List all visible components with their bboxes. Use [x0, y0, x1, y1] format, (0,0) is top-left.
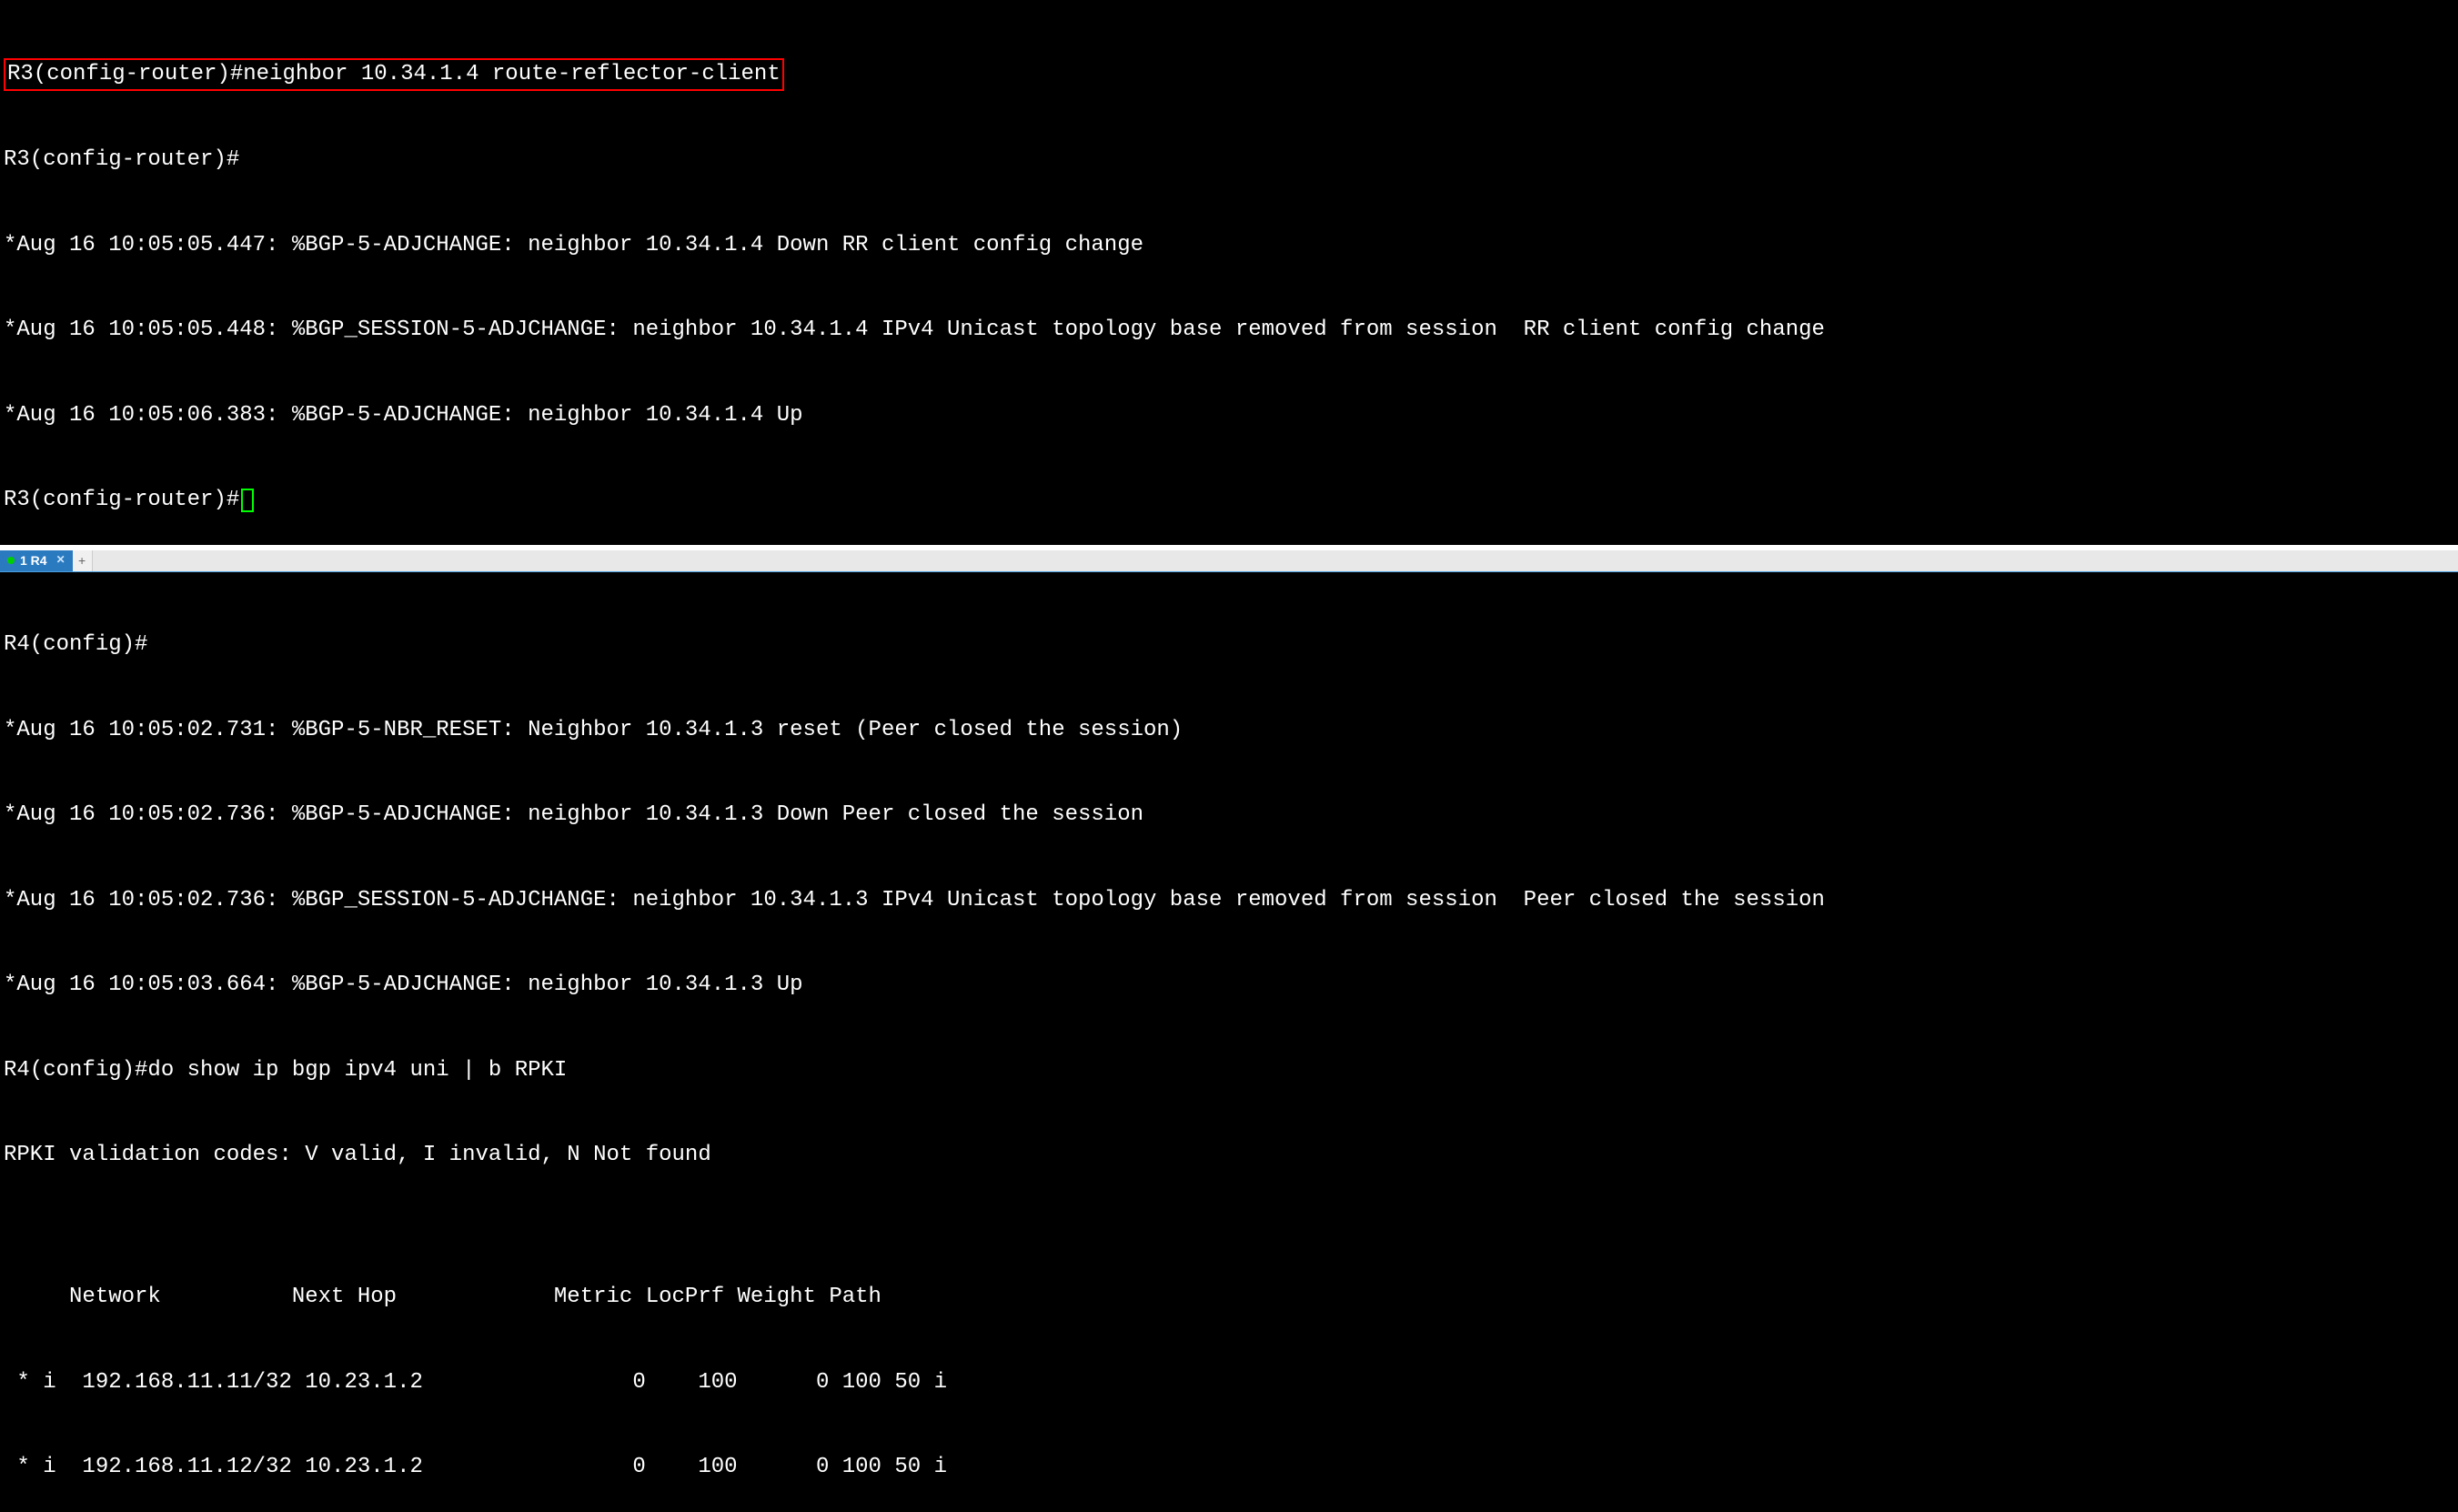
terminal-line: RPKI validation codes: V valid, I invali… [4, 1141, 2454, 1169]
terminal-line: *Aug 16 10:05:06.383: %BGP-5-ADJCHANGE: … [4, 401, 2454, 429]
bgp-table-header: Network Next Hop Metric LocPrf Weight Pa… [4, 1283, 2454, 1311]
terminal-line: *Aug 16 10:05:02.736: %BGP_SESSION-5-ADJ… [4, 886, 2454, 914]
terminal-prompt[interactable]: R3(config-router)# [4, 486, 2454, 514]
status-dot-icon [7, 557, 15, 564]
terminal-line: R3(config-router)# [4, 146, 2454, 174]
cursor-icon [241, 489, 254, 512]
terminal-line: R4(config)# [4, 630, 2454, 659]
tab-bar: 1 R4 ✕ + [0, 550, 2458, 572]
terminal-line: *Aug 16 10:05:05.448: %BGP_SESSION-5-ADJ… [4, 316, 2454, 344]
terminal-pane-r4[interactable]: R4(config)# *Aug 16 10:05:02.731: %BGP-5… [0, 572, 2458, 1512]
highlighted-command: R3(config-router)#neighbor 10.34.1.4 rou… [4, 58, 784, 90]
terminal-pane-r3[interactable]: R3(config-router)#neighbor 10.34.1.4 rou… [0, 0, 2458, 545]
tab-bar-spacer [93, 550, 2458, 571]
tab-label: 1 R4 [20, 552, 47, 569]
terminal-line: *Aug 16 10:05:02.736: %BGP-5-ADJCHANGE: … [4, 801, 2454, 829]
bgp-table-row: * i 192.168.11.11/32 10.23.1.2 0 100 0 1… [4, 1368, 2454, 1396]
terminal-line: *Aug 16 10:05:02.731: %BGP-5-NBR_RESET: … [4, 716, 2454, 744]
terminal-line: *Aug 16 10:05:05.447: %BGP-5-ADJCHANGE: … [4, 231, 2454, 259]
terminal-line: R4(config)#do show ip bgp ipv4 uni | b R… [4, 1056, 2454, 1084]
tab-r4[interactable]: 1 R4 ✕ [0, 550, 73, 571]
add-tab-button[interactable]: + [73, 550, 93, 571]
bgp-table-row: * i 192.168.11.12/32 10.23.1.2 0 100 0 1… [4, 1453, 2454, 1481]
close-icon[interactable]: ✕ [56, 553, 65, 568]
